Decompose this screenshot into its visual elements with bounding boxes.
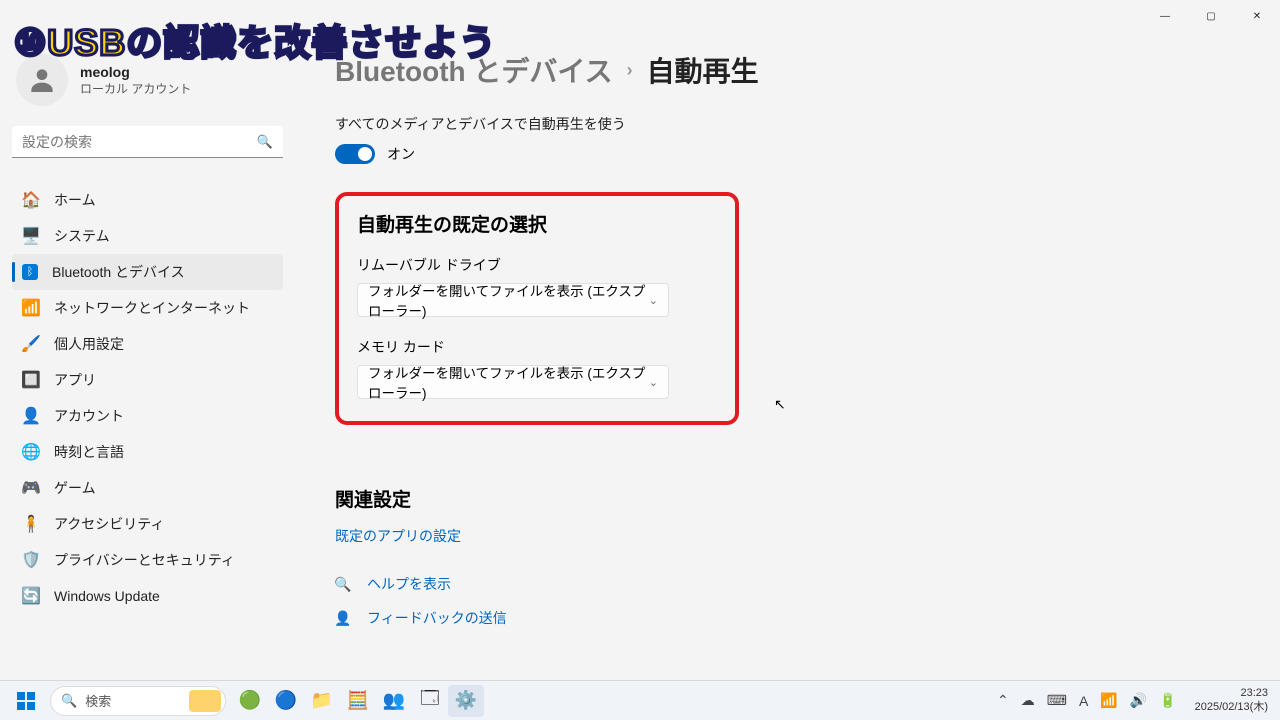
close-button[interactable]: ✕ (1234, 0, 1280, 32)
tray-onedrive-icon[interactable]: ☁ (1021, 692, 1035, 709)
overlay-annotation: ⑩USBの認識を改善させよう (14, 14, 496, 66)
removable-drive-label: リムーバブル ドライブ (357, 255, 717, 275)
update-icon: 🔄 (22, 587, 40, 605)
autoplay-toggle-label: すべてのメディアとデバイスで自動再生を使う (335, 114, 1240, 134)
tray-wifi-icon[interactable]: 📶 (1100, 692, 1117, 709)
clock-date: 2025/02/13(木) (1195, 701, 1268, 714)
sidebar-item-label: Windows Update (54, 588, 160, 604)
search-icon: 🔍 (257, 134, 273, 150)
defaults-highlight-box: 自動再生の既定の選択 リムーバブル ドライブ フォルダーを開いてファイルを表示 … (335, 192, 739, 425)
chevron-down-icon: ⌄ (649, 294, 658, 307)
minimize-button[interactable]: — (1142, 0, 1188, 32)
sidebar-item-label: Bluetooth とデバイス (52, 262, 185, 282)
sidebar: meolog ローカル アカウント 🔍 🏠ホーム 🖥️システム ᛒBluetoo… (0, 32, 295, 680)
brush-icon: 🖌️ (22, 335, 40, 353)
taskbar-clock[interactable]: 23:23 2025/02/13(木) (1195, 687, 1268, 713)
wifi-icon: 📶 (22, 299, 40, 317)
search-box[interactable]: 🔍 (12, 126, 283, 158)
taskbar-calculator[interactable]: 🧮 (340, 685, 376, 717)
feedback-label: フィードバックの送信 (367, 608, 507, 628)
help-icon: 🔍 (335, 576, 351, 593)
memory-card-dropdown[interactable]: フォルダーを開いてファイルを表示 (エクスプローラー) ⌄ (357, 365, 669, 399)
sidebar-item-network[interactable]: 📶 ネットワークとインターネット (12, 290, 283, 326)
taskbar-edge[interactable]: 🔵 (268, 685, 304, 717)
sidebar-item-accounts[interactable]: 👤 アカウント (12, 398, 283, 434)
defaults-title: 自動再生の既定の選択 (357, 210, 717, 237)
sidebar-item-apps[interactable]: 🔲 アプリ (12, 362, 283, 398)
taskbar-explorer[interactable]: 📁 (304, 685, 340, 717)
sidebar-item-home[interactable]: 🏠 ホーム (12, 182, 283, 218)
tray-ime-icon[interactable]: A (1079, 693, 1088, 709)
taskbar-settings[interactable]: ⚙️ (448, 685, 484, 717)
taskbar-teams[interactable]: 👥 (376, 685, 412, 717)
search-input[interactable] (12, 126, 283, 158)
taskbar: 🔍 検索 🟢 🔵 📁 🧮 👥 🗔 ⚙️ ⌃ ☁ ⌨ A 📶 🔊 🔋 23:23 … (0, 680, 1280, 720)
tray-keyboard-icon[interactable]: ⌨ (1047, 692, 1067, 709)
search-badge (189, 690, 221, 712)
tray-chevron-icon[interactable]: ⌃ (997, 692, 1009, 709)
sidebar-item-system[interactable]: 🖥️ システム (12, 218, 283, 254)
home-icon: 🏠 (22, 191, 40, 209)
tray-volume-icon[interactable]: 🔊 (1130, 692, 1147, 709)
sidebar-item-label: アカウント (54, 406, 124, 426)
breadcrumb-current: 自動再生 (647, 50, 759, 90)
search-icon: 🔍 (61, 693, 77, 709)
tray-battery-icon[interactable]: 🔋 (1159, 692, 1176, 709)
removable-drive-dropdown[interactable]: フォルダーを開いてファイルを表示 (エクスプローラー) ⌄ (357, 283, 669, 317)
toggle-state: オン (387, 144, 415, 164)
globe-icon: 🌐 (22, 443, 40, 461)
sidebar-item-label: システム (54, 226, 110, 246)
sidebar-item-label: アプリ (54, 370, 96, 390)
feedback-link[interactable]: 👤 フィードバックの送信 (335, 608, 1240, 628)
dropdown-value: フォルダーを開いてファイルを表示 (エクスプローラー) (368, 280, 649, 320)
windows-logo-icon (17, 692, 35, 710)
apps-icon: 🔲 (22, 371, 40, 389)
sidebar-item-update[interactable]: 🔄 Windows Update (12, 578, 283, 614)
system-icon: 🖥️ (22, 227, 40, 245)
taskbar-search[interactable]: 🔍 検索 (50, 686, 226, 716)
mouse-cursor: ↖ (774, 396, 786, 413)
chevron-right-icon: › (627, 60, 633, 81)
sidebar-item-label: ゲーム (54, 478, 96, 498)
maximize-button[interactable]: ▢ (1188, 0, 1234, 32)
sidebar-item-accessibility[interactable]: 🧍 アクセシビリティ (12, 506, 283, 542)
clock-time: 23:23 (1195, 687, 1268, 700)
content: Bluetooth とデバイス › 自動再生 すべてのメディアとデバイスで自動再… (295, 32, 1280, 680)
sidebar-item-label: ネットワークとインターネット (54, 298, 250, 318)
taskbar-app[interactable]: 🗔 (412, 685, 448, 717)
sidebar-item-label: アクセシビリティ (54, 514, 164, 534)
taskbar-search-label: 検索 (85, 691, 111, 710)
sidebar-item-label: ホーム (54, 190, 96, 210)
sidebar-item-privacy[interactable]: 🛡️ プライバシーとセキュリティ (12, 542, 283, 578)
sidebar-item-label: 個人用設定 (54, 334, 124, 354)
help-label: ヘルプを表示 (367, 574, 451, 594)
game-icon: 🎮 (22, 479, 40, 497)
system-tray: ⌃ ☁ ⌨ A 📶 🔊 🔋 23:23 2025/02/13(木) (997, 687, 1272, 713)
taskbar-chrome[interactable]: 🟢 (232, 685, 268, 717)
autoplay-toggle[interactable] (335, 144, 375, 164)
start-button[interactable] (8, 685, 44, 717)
bluetooth-icon: ᛒ (22, 264, 38, 280)
feedback-icon: 👤 (335, 610, 351, 627)
help-link[interactable]: 🔍 ヘルプを表示 (335, 574, 1240, 594)
default-apps-link[interactable]: 既定のアプリの設定 (335, 526, 1240, 546)
sidebar-item-label: 時刻と言語 (54, 442, 124, 462)
chevron-down-icon: ⌄ (649, 376, 658, 389)
sidebar-item-personalize[interactable]: 🖌️ 個人用設定 (12, 326, 283, 362)
sidebar-item-gaming[interactable]: 🎮 ゲーム (12, 470, 283, 506)
user-sub: ローカル アカウント (80, 80, 191, 97)
account-icon: 👤 (22, 407, 40, 425)
sidebar-item-label: プライバシーとセキュリティ (54, 550, 235, 570)
dropdown-value: フォルダーを開いてファイルを表示 (エクスプローラー) (368, 362, 649, 402)
accessibility-icon: 🧍 (22, 515, 40, 533)
shield-icon: 🛡️ (22, 551, 40, 569)
sidebar-item-time[interactable]: 🌐 時刻と言語 (12, 434, 283, 470)
related-title: 関連設定 (335, 485, 1240, 512)
memory-card-label: メモリ カード (357, 337, 717, 357)
sidebar-item-bluetooth[interactable]: ᛒ Bluetooth とデバイス (12, 254, 283, 290)
